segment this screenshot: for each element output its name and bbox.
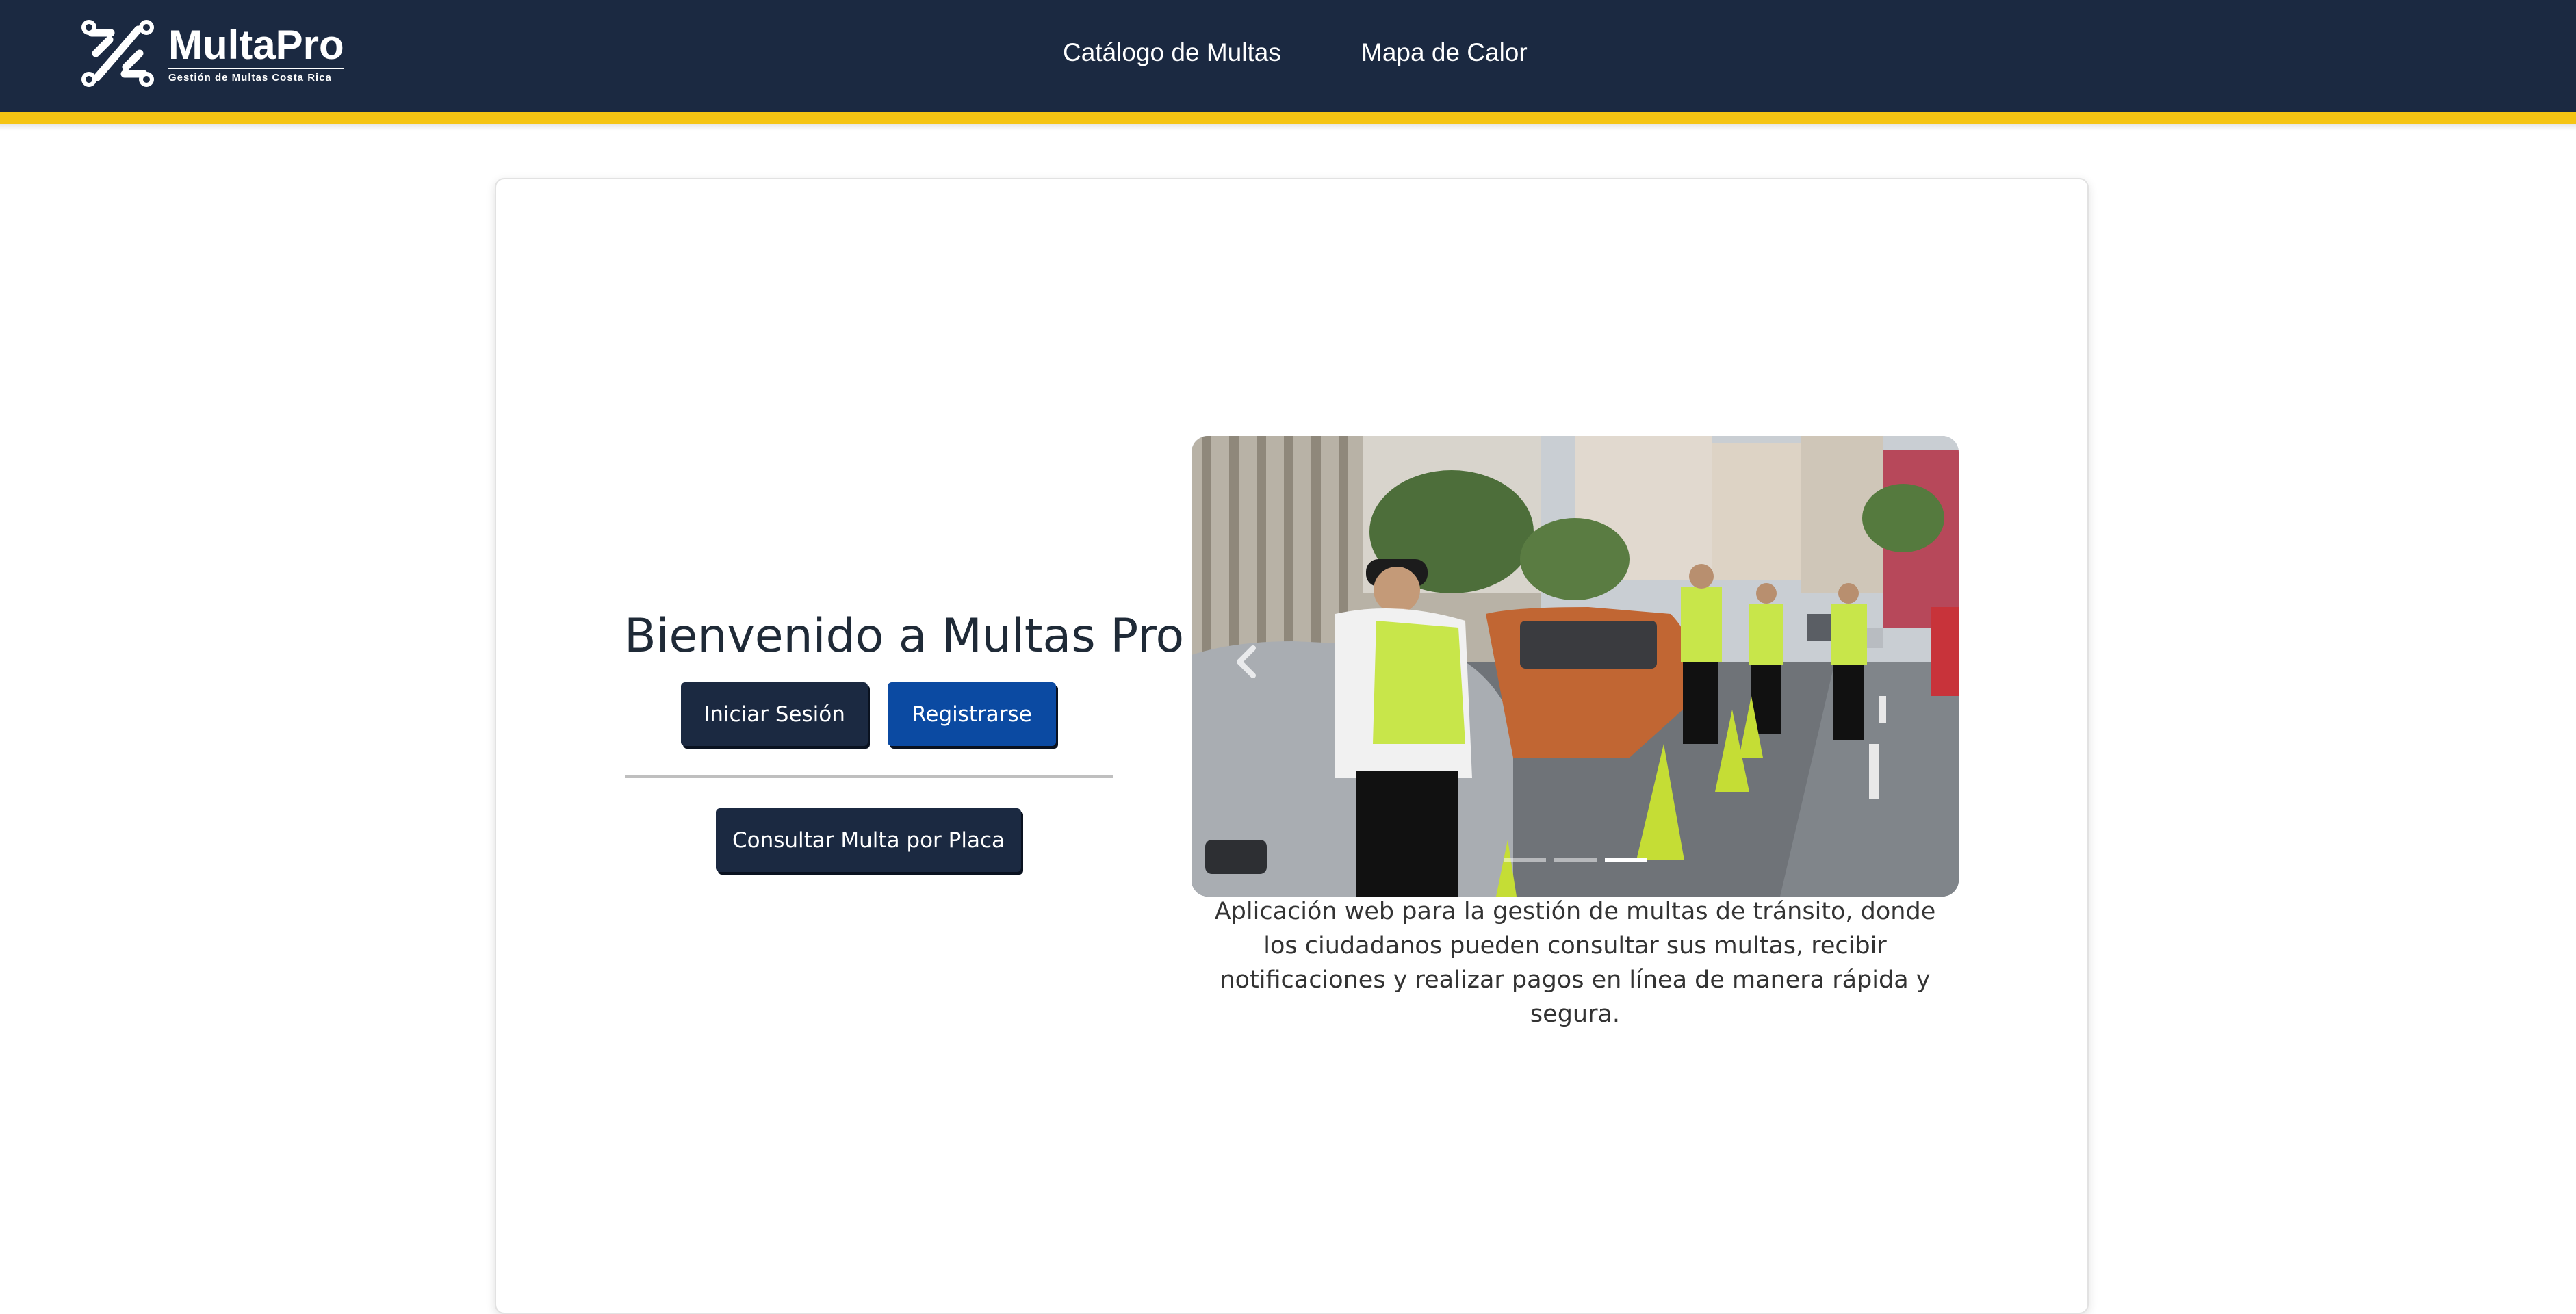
brand-name: MultaPro [168,21,344,68]
multapro-logo-icon [81,20,154,87]
navbar-accent-stripe [0,112,2576,124]
carousel-indicator-3[interactable] [1604,858,1647,862]
brand-link[interactable]: MultaPro Gestión de Multas Costa Rica [77,12,344,94]
section-divider [625,775,1113,778]
register-button[interactable]: Registrarse [888,682,1056,746]
chevron-left-icon[interactable] [1233,641,1260,682]
brand-tagline: Gestión de Multas Costa Rica [168,67,344,83]
carousel-indicator-1[interactable] [1503,858,1546,862]
app-description: Aplicación web para la gestión de multas… [1214,898,1936,1028]
carousel-indicator-2[interactable] [1554,858,1597,862]
consultar-multa-button[interactable]: Consultar Multa por Placa [716,808,1021,872]
login-button[interactable]: Iniciar Sesión [681,682,868,746]
carousel-indicators [1192,858,1959,862]
welcome-title: Bienvenido a Multas Pro [624,609,1185,663]
nav-link-catalogo-multas[interactable]: Catálogo de Multas [1063,36,1281,70]
carousel-slide-image [1192,436,1959,897]
navbar-shadow [0,124,2576,131]
image-carousel[interactable] [1192,436,1959,897]
top-navbar: MultaPro Gestión de Multas Costa Rica Ca… [0,0,2576,112]
nav-link-mapa-calor[interactable]: Mapa de Calor [1361,36,1528,70]
